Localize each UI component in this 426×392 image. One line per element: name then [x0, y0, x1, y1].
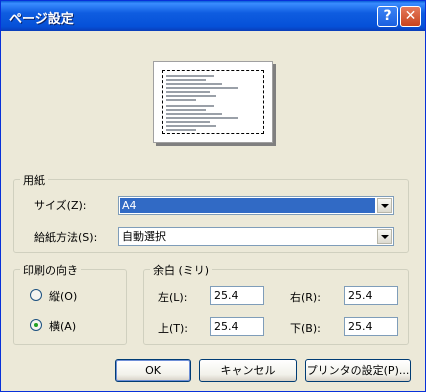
portrait-label[interactable]: 縦(O) [49, 288, 77, 304]
paper-size-label: サイズ(Z): [34, 199, 87, 212]
portrait-radio[interactable] [30, 289, 42, 301]
margin-right-input[interactable]: 25.4 [344, 286, 398, 305]
paper-source-value: 自動選択 [122, 230, 166, 243]
orientation-group: 印刷の向き 縦(O) 横(A) [13, 262, 127, 345]
preview-text-line [166, 83, 222, 85]
paper-size-value: A4 [120, 198, 375, 213]
preview-text-line [166, 113, 222, 115]
landscape-label[interactable]: 横(A) [49, 318, 76, 334]
margin-top-label: 上(T): [158, 322, 189, 335]
margins-group: 余白 (ミリ) 左(L): 25.4 右(R): 25.4 上(T): 25.4… [143, 262, 409, 345]
paper-source-select[interactable]: 自動選択 [118, 227, 394, 246]
page-preview [153, 61, 273, 143]
chevron-down-icon[interactable] [377, 198, 392, 213]
preview-text-line [166, 129, 196, 131]
ok-button[interactable]: OK [115, 359, 191, 382]
preview-text-line [166, 79, 206, 81]
paper-size-select[interactable]: A4 [118, 196, 394, 215]
preview-text-line [166, 91, 210, 93]
preview-text-line [166, 75, 214, 77]
chevron-down-icon[interactable] [377, 229, 392, 244]
margin-bottom-label: 下(B): [290, 322, 321, 335]
paper-group-label: 用紙 [20, 172, 48, 188]
preview-text-line [166, 105, 214, 107]
cancel-button[interactable]: キャンセル [199, 359, 297, 382]
margin-right-label: 右(R): [290, 291, 321, 304]
close-button[interactable]: ✕ [400, 6, 421, 27]
paper-source-label: 給紙方法(S): [34, 231, 98, 244]
orientation-group-label: 印刷の向き [20, 262, 81, 278]
preview-text-line [166, 99, 196, 101]
preview-text-line [166, 95, 216, 97]
title-bar[interactable]: ページ設定 ? ✕ [1, 1, 425, 31]
preview-text-line [166, 125, 216, 127]
printer-setup-button[interactable]: プリンタの設定(P)... [305, 359, 411, 382]
preview-text-line [166, 87, 238, 89]
paper-group: 用紙 サイズ(Z): A4 給紙方法(S): 自動選択 [13, 172, 409, 253]
margin-top-input[interactable]: 25.4 [210, 317, 264, 336]
margins-group-label: 余白 (ミリ) [150, 262, 213, 278]
preview-text-line [166, 121, 210, 123]
help-button[interactable]: ? [377, 6, 398, 27]
window-title: ページ設定 [9, 12, 74, 27]
landscape-radio[interactable] [30, 319, 42, 331]
page-setup-dialog: ページ設定 ? ✕ 用紙 サイズ(Z): A4 給紙方法(S): 自動選択 印刷… [0, 0, 426, 392]
preview-text-line [166, 109, 206, 111]
preview-text-line [166, 117, 238, 119]
margin-bottom-input[interactable]: 25.4 [344, 317, 398, 336]
margin-left-label: 左(L): [158, 291, 188, 304]
margin-left-input[interactable]: 25.4 [210, 286, 264, 305]
preview-margin-outline [162, 70, 264, 134]
